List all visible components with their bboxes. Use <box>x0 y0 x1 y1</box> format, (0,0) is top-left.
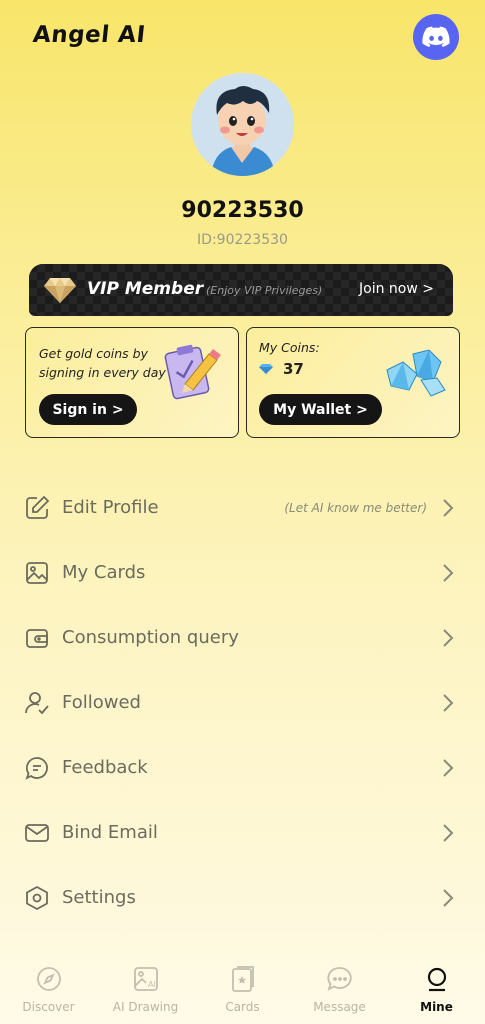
compass-icon <box>36 967 61 991</box>
tab-label: Mine <box>420 1000 453 1014</box>
chevron-right-icon <box>443 888 454 907</box>
tab-label: Cards <box>225 1000 260 1014</box>
menu-item-edit-profile[interactable]: Edit Profile (Let AI know me better) <box>0 475 485 540</box>
gem-icon <box>259 364 273 374</box>
chevron-right-icon <box>443 628 454 647</box>
menu-label: Edit Profile <box>62 497 159 518</box>
discord-button[interactable] <box>413 14 459 60</box>
message-icon <box>326 967 352 991</box>
diamond-icon <box>44 278 76 303</box>
settings-menu: Edit Profile (Let AI know me better) My … <box>0 475 485 930</box>
menu-label: Followed <box>62 692 141 713</box>
menu-item-bind-email[interactable]: Bind Email <box>0 800 485 865</box>
menu-label: My Cards <box>62 562 146 583</box>
bottom-tab-bar: Discover AI AI Drawing Cards Message Min… <box>0 955 485 1024</box>
menu-label: Settings <box>62 887 136 908</box>
edit-icon <box>26 495 50 519</box>
chevron-right-icon <box>443 498 454 517</box>
menu-item-feedback[interactable]: Feedback <box>0 735 485 800</box>
chevron-right-icon <box>443 693 454 712</box>
coins-value: 37 <box>283 360 304 378</box>
clipboard-pencil-icon <box>164 344 221 400</box>
vip-join-link[interactable]: Join now > <box>359 281 434 297</box>
coins-label: My Coins: <box>259 340 320 355</box>
menu-item-followed[interactable]: Followed <box>0 670 485 735</box>
menu-item-consumption-query[interactable]: Consumption query <box>0 605 485 670</box>
wallet-card: My Coins: 37 My Wallet > <box>246 327 460 438</box>
chevron-right-icon <box>443 563 454 582</box>
tab-label: Discover <box>22 1000 75 1014</box>
chevron-right-icon <box>443 823 454 842</box>
username: 90223530 <box>181 198 304 223</box>
ai-image-icon: AI <box>133 967 158 991</box>
menu-item-settings[interactable]: Settings <box>0 865 485 930</box>
discord-icon <box>422 26 450 47</box>
gems-pile-icon <box>386 349 446 397</box>
menu-hint: (Let AI know me better) <box>284 500 427 515</box>
avatar[interactable] <box>191 73 294 176</box>
tab-message[interactable]: Message <box>291 955 388 1024</box>
signin-card: Get gold coins by signing in every day S… <box>25 327 239 438</box>
my-wallet-button[interactable]: My Wallet > <box>259 394 382 425</box>
wallet-icon <box>26 628 48 648</box>
mail-icon <box>25 823 49 842</box>
vip-banner[interactable]: VIP Member (Enjoy VIP Privileges) Join n… <box>29 264 453 316</box>
menu-label: Bind Email <box>62 822 158 843</box>
profile-icon <box>427 967 446 992</box>
svg-text:AI: AI <box>148 980 156 989</box>
menu-item-my-cards[interactable]: My Cards <box>0 540 485 605</box>
tab-label: Message <box>313 1000 366 1014</box>
tab-mine[interactable]: Mine <box>388 955 485 1024</box>
signin-button[interactable]: Sign in > <box>39 394 137 425</box>
tab-label: AI Drawing <box>112 1000 179 1014</box>
tab-cards[interactable]: Cards <box>194 955 291 1024</box>
tab-discover[interactable]: Discover <box>0 955 97 1024</box>
chevron-right-icon <box>443 758 454 777</box>
vip-subtitle: (Enjoy VIP Privileges) <box>206 284 323 297</box>
image-icon <box>26 561 48 584</box>
signin-text: Get gold coins by signing in every day <box>39 346 166 380</box>
tab-ai-drawing[interactable]: AI AI Drawing <box>97 955 194 1024</box>
cards-icon <box>231 966 254 992</box>
vip-title: VIP Member <box>87 279 204 299</box>
menu-label: Consumption query <box>62 627 239 648</box>
menu-label: Feedback <box>62 757 148 778</box>
user-check-icon <box>25 691 49 714</box>
user-id: ID:90223530 <box>197 232 288 248</box>
hexagon-gear-icon <box>26 885 48 910</box>
chat-icon <box>25 756 48 780</box>
app-title: Angel AI <box>31 22 147 48</box>
